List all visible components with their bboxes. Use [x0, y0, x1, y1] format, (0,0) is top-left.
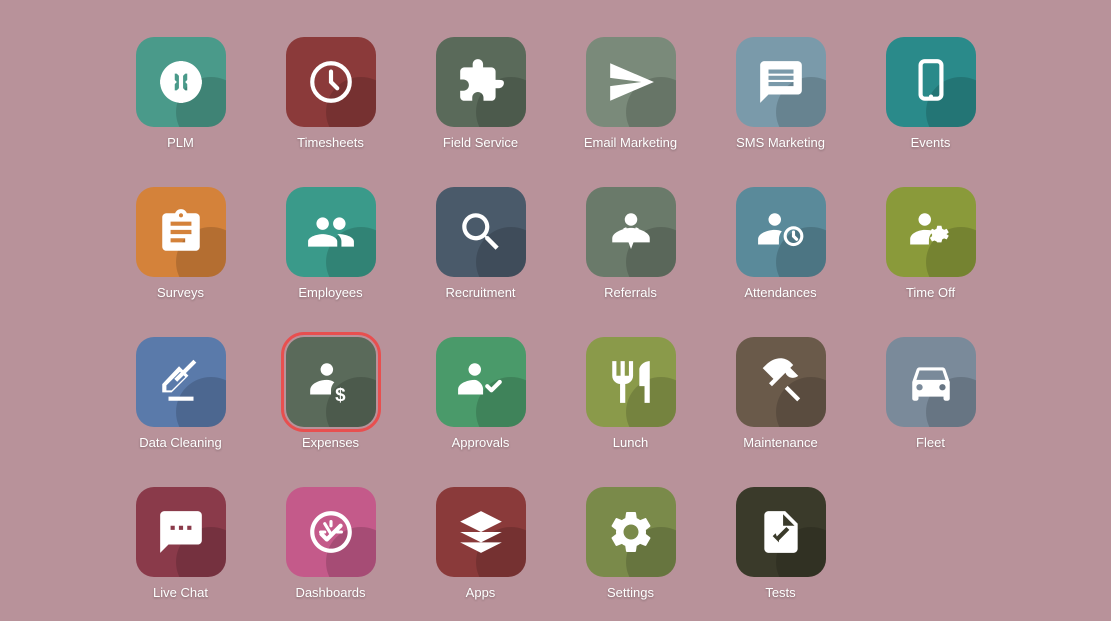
app-item-time-off[interactable]: Time Off	[866, 161, 996, 301]
referrals-label: Referrals	[604, 285, 657, 301]
app-item-apps[interactable]: Apps	[416, 461, 546, 601]
recruitment-label: Recruitment	[445, 285, 515, 301]
timesheets-icon	[286, 37, 376, 127]
fleet-label: Fleet	[916, 435, 945, 451]
app-item-settings[interactable]: Settings	[566, 461, 696, 601]
sms-marketing-label: SMS Marketing	[736, 135, 825, 151]
employees-label: Employees	[298, 285, 362, 301]
app-item-plm[interactable]: PLM	[116, 11, 246, 151]
field-service-icon	[436, 37, 526, 127]
app-item-lunch[interactable]: Lunch	[566, 311, 696, 451]
live-chat-label: Live Chat	[153, 585, 208, 601]
svg-text:$: $	[335, 384, 346, 405]
employees-icon	[286, 187, 376, 277]
app-item-fleet[interactable]: Fleet	[866, 311, 996, 451]
app-item-live-chat[interactable]: Live Chat	[116, 461, 246, 601]
app-item-events[interactable]: Events	[866, 11, 996, 151]
app-item-approvals[interactable]: Approvals	[416, 311, 546, 451]
app-item-tests[interactable]: Tests	[716, 461, 846, 601]
lunch-icon	[586, 337, 676, 427]
approvals-icon	[436, 337, 526, 427]
expenses-icon: $	[286, 337, 376, 427]
app-item-referrals[interactable]: Referrals	[566, 161, 696, 301]
tests-icon	[736, 487, 826, 577]
app-item-email-marketing[interactable]: Email Marketing	[566, 11, 696, 151]
plm-icon	[136, 37, 226, 127]
surveys-label: Surveys	[157, 285, 204, 301]
app-item-sms-marketing[interactable]: SMS Marketing	[716, 11, 846, 151]
field-service-label: Field Service	[443, 135, 518, 151]
expenses-label: Expenses	[302, 435, 359, 451]
recruitment-icon	[436, 187, 526, 277]
tests-label: Tests	[765, 585, 795, 601]
settings-icon	[586, 487, 676, 577]
data-cleaning-icon	[136, 337, 226, 427]
app-item-dashboards[interactable]: Dashboards	[266, 461, 396, 601]
settings-label: Settings	[607, 585, 654, 601]
events-icon	[886, 37, 976, 127]
plm-label: PLM	[167, 135, 194, 151]
time-off-label: Time Off	[906, 285, 955, 301]
app-item-maintenance[interactable]: Maintenance	[716, 311, 846, 451]
app-item-employees[interactable]: Employees	[266, 161, 396, 301]
app-item-surveys[interactable]: Surveys	[116, 161, 246, 301]
surveys-icon	[136, 187, 226, 277]
app-item-attendances[interactable]: Attendances	[716, 161, 846, 301]
dashboards-label: Dashboards	[295, 585, 365, 601]
app-item-expenses[interactable]: $ Expenses	[266, 311, 396, 451]
fleet-icon	[886, 337, 976, 427]
data-cleaning-label: Data Cleaning	[139, 435, 221, 451]
lunch-label: Lunch	[613, 435, 648, 451]
apps-label: Apps	[466, 585, 496, 601]
maintenance-label: Maintenance	[743, 435, 817, 451]
approvals-label: Approvals	[452, 435, 510, 451]
attendances-label: Attendances	[744, 285, 816, 301]
attendances-icon	[736, 187, 826, 277]
sms-marketing-icon	[736, 37, 826, 127]
app-item-recruitment[interactable]: Recruitment	[416, 161, 546, 301]
app-grid: PLM Timesheets Field Service Email Marketin…	[96, 0, 1016, 621]
app-item-timesheets[interactable]: Timesheets	[266, 11, 396, 151]
email-marketing-label: Email Marketing	[584, 135, 677, 151]
live-chat-icon	[136, 487, 226, 577]
apps-icon	[436, 487, 526, 577]
time-off-icon	[886, 187, 976, 277]
maintenance-icon	[736, 337, 826, 427]
app-item-field-service[interactable]: Field Service	[416, 11, 546, 151]
timesheets-label: Timesheets	[297, 135, 364, 151]
email-marketing-icon	[586, 37, 676, 127]
events-label: Events	[911, 135, 951, 151]
dashboards-icon	[286, 487, 376, 577]
referrals-icon	[586, 187, 676, 277]
app-item-data-cleaning[interactable]: Data Cleaning	[116, 311, 246, 451]
